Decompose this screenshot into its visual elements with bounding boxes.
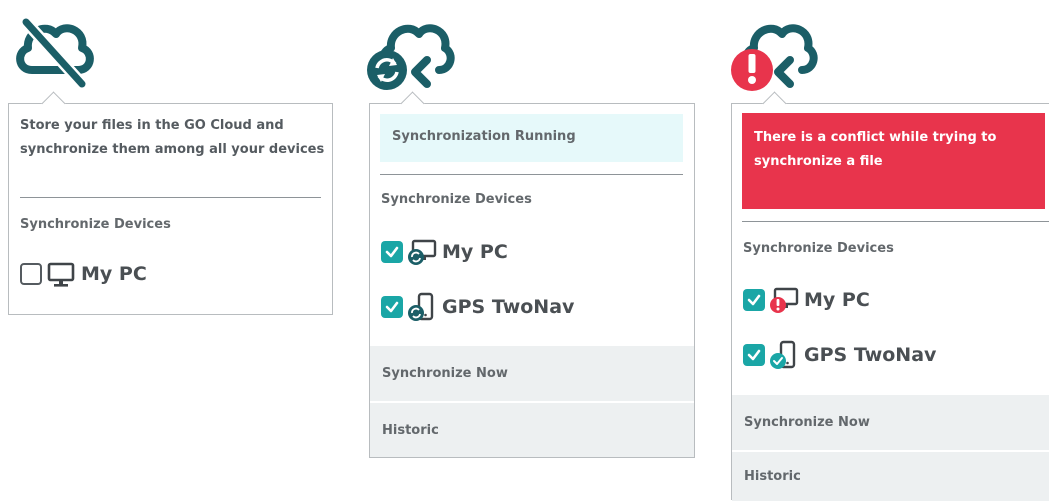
section-label: Synchronize Devices <box>381 192 532 207</box>
check-icon <box>747 294 761 306</box>
check-icon <box>385 246 399 258</box>
synchronize-now-button[interactable]: Synchronize Now <box>732 395 1049 450</box>
historic-button[interactable]: Historic <box>732 452 1049 501</box>
sync-popover: There is a conflict while trying to sync… <box>731 91 1049 501</box>
divider <box>742 221 1049 222</box>
sync-popover: Store your files in the GO Cloud and syn… <box>8 91 333 315</box>
device-checkbox[interactable] <box>381 241 403 263</box>
device-checkbox[interactable] <box>381 296 403 318</box>
status-banner: Synchronization Running <box>380 114 683 162</box>
divider <box>20 197 321 198</box>
cloud-alert-icon[interactable] <box>728 8 818 98</box>
device-row-my-pc[interactable]: My PC <box>743 285 870 315</box>
device-checkbox[interactable] <box>743 344 765 366</box>
device-label: My PC <box>81 263 147 285</box>
device-checkbox[interactable] <box>743 289 765 311</box>
intro-text: Store your files in the GO Cloud and syn… <box>20 118 325 157</box>
device-row-my-pc[interactable]: My PC <box>381 237 508 267</box>
check-icon <box>747 349 761 361</box>
device-row-gps-twonav[interactable]: GPS TwoNav <box>381 292 574 322</box>
device-label: My PC <box>442 241 508 263</box>
device-row-my-pc[interactable]: My PC <box>20 259 147 289</box>
section-label: Synchronize Devices <box>20 217 171 232</box>
section-label: Synchronize Devices <box>743 241 894 256</box>
conflict-banner: There is a conflict while trying to sync… <box>742 113 1045 209</box>
synchronize-now-button[interactable]: Synchronize Now <box>370 346 694 401</box>
phone-sync-icon <box>408 292 434 321</box>
device-label: GPS TwoNav <box>442 296 575 318</box>
cloud-off-icon[interactable] <box>8 8 98 98</box>
divider <box>380 174 683 175</box>
device-label: My PC <box>804 289 870 311</box>
monitor-alert-icon <box>770 287 799 313</box>
monitor-sync-icon <box>408 239 437 265</box>
device-checkbox[interactable] <box>20 263 42 285</box>
phone-ok-icon <box>770 340 796 369</box>
cloud-sync-icon[interactable] <box>365 8 455 98</box>
monitor-icon <box>47 262 75 287</box>
device-label: GPS TwoNav <box>804 344 937 366</box>
historic-button[interactable]: Historic <box>370 403 694 457</box>
check-icon <box>385 301 399 313</box>
sync-popover: Synchronization Running Synchronize Devi… <box>369 91 695 458</box>
device-row-gps-twonav[interactable]: GPS TwoNav <box>743 340 936 370</box>
